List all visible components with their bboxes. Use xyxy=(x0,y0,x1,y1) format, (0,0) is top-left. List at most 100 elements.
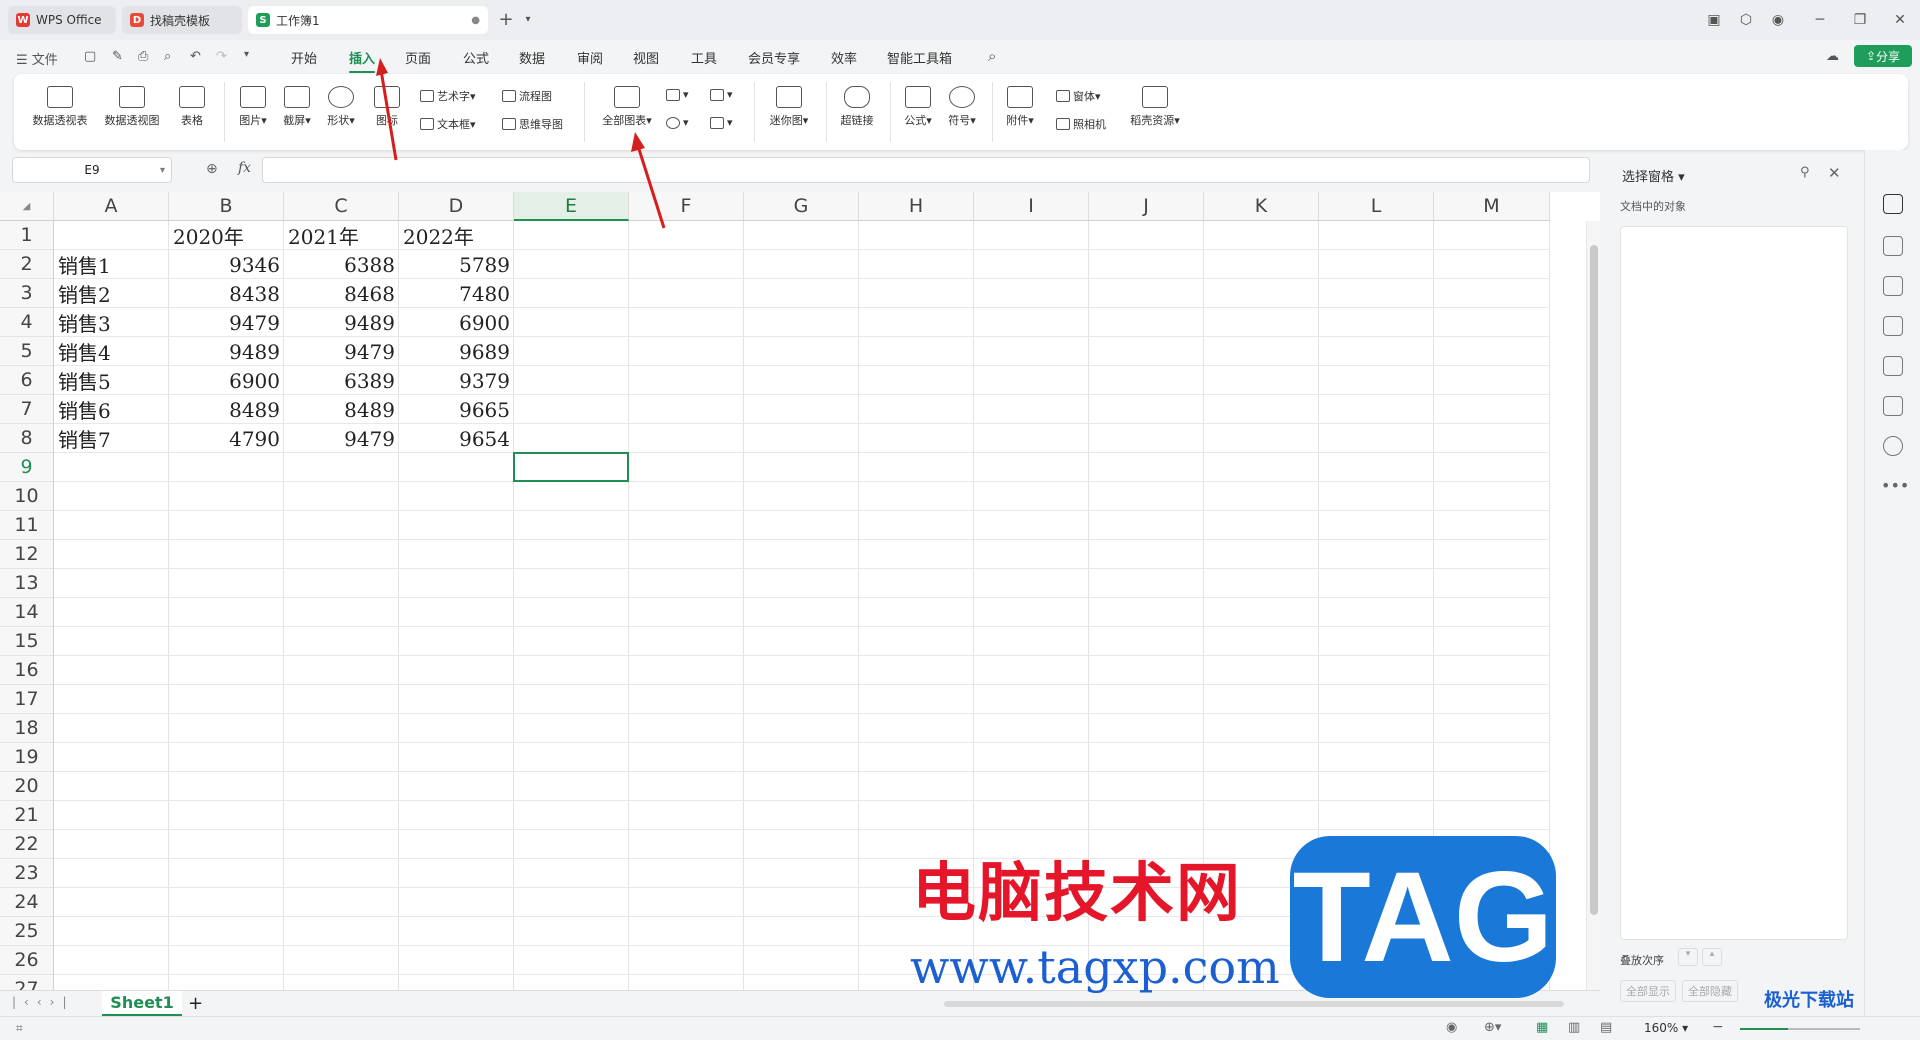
layout-icon[interactable]: ▣ xyxy=(1704,10,1724,30)
menu-page[interactable]: 页面 xyxy=(405,48,431,67)
horizontal-scrollbar[interactable] xyxy=(944,1001,1564,1007)
focus-icon[interactable]: ⊕▾ xyxy=(1484,1020,1501,1035)
file-menu[interactable]: ☰ 文件 xyxy=(16,49,58,68)
scrollbar-thumb[interactable] xyxy=(1589,245,1598,915)
row-header-6[interactable]: 6 xyxy=(0,366,54,395)
cell-a5[interactable]: 销售4 xyxy=(54,337,169,366)
cell-d8[interactable]: 9654 xyxy=(399,424,514,453)
chevron-down-icon[interactable]: ▾ xyxy=(518,10,538,30)
column-header-b[interactable]: B xyxy=(169,192,284,221)
chevron-down-icon[interactable]: ▾ xyxy=(160,165,165,176)
reading-view-icon[interactable]: ▤ xyxy=(1600,1020,1612,1035)
column-header-c[interactable]: C xyxy=(284,192,399,221)
cell-a6[interactable]: 销售5 xyxy=(54,366,169,395)
tab-wps-office[interactable]: W WPS Office xyxy=(8,6,116,34)
redo-icon[interactable]: ↷ xyxy=(216,49,227,64)
cell-d6[interactable]: 9379 xyxy=(399,366,514,395)
sheet-tab-sheet1[interactable]: Sheet1 xyxy=(102,991,182,1016)
cell-d2[interactable]: 5789 xyxy=(399,250,514,279)
cell-a4[interactable]: 销售3 xyxy=(54,308,169,337)
hyperlink-button[interactable]: 超链接 xyxy=(834,86,880,128)
share-button[interactable]: ⇪ 分享 xyxy=(1854,45,1912,67)
cell-d5[interactable]: 9689 xyxy=(399,337,514,366)
cell-b8[interactable]: 4790 xyxy=(169,424,284,453)
table-button[interactable]: 表格 xyxy=(172,86,212,128)
cell-a8[interactable]: 销售7 xyxy=(54,424,169,453)
cursor-select-icon[interactable] xyxy=(1883,194,1903,214)
column-header-m[interactable]: M xyxy=(1434,192,1550,221)
preview-icon[interactable]: ⌕ xyxy=(164,49,171,64)
cell-c4[interactable]: 9489 xyxy=(284,308,399,337)
menu-member[interactable]: 会员专享 xyxy=(748,48,800,67)
column-header-k[interactable]: K xyxy=(1204,192,1319,221)
shape-button[interactable]: 形状▾ xyxy=(320,86,362,128)
row-header-8[interactable]: 8 xyxy=(0,424,54,453)
tools-icon[interactable] xyxy=(1883,356,1903,376)
cell-b2[interactable]: 9346 xyxy=(169,250,284,279)
textbox-button[interactable]: 文本框 ▾ xyxy=(420,116,476,132)
menu-view[interactable]: 视图 xyxy=(633,48,659,67)
menu-tools[interactable]: 工具 xyxy=(691,48,717,67)
column-header-a[interactable]: A xyxy=(54,192,169,221)
brush-icon[interactable]: ✎ xyxy=(112,49,123,64)
cell-a3[interactable]: 销售2 xyxy=(54,279,169,308)
menu-review[interactable]: 审阅 xyxy=(577,48,603,67)
cell-c6[interactable]: 6389 xyxy=(284,366,399,395)
cell-b7[interactable]: 8489 xyxy=(169,395,284,424)
column-header-j[interactable]: J xyxy=(1089,192,1204,221)
equation-button[interactable]: 公式▾ xyxy=(898,86,938,128)
cell-c2[interactable]: 6388 xyxy=(284,250,399,279)
save-icon[interactable]: ▢ xyxy=(84,49,96,64)
form-button[interactable]: 窗体 ▾ xyxy=(1056,88,1101,104)
row-header-7[interactable]: 7 xyxy=(0,395,54,424)
row-header-3[interactable]: 3 xyxy=(0,279,54,308)
pie-chart-dropdown[interactable]: ▾ xyxy=(666,116,689,129)
more-icon[interactable]: ••• xyxy=(1881,476,1909,495)
fx-icon[interactable]: fx xyxy=(238,160,251,176)
menu-start[interactable]: 开始 xyxy=(291,48,317,67)
help-icon[interactable] xyxy=(1883,436,1903,456)
row-header-22[interactable]: 22 xyxy=(0,830,54,859)
row-header-4[interactable]: 4 xyxy=(0,308,54,337)
row-header-16[interactable]: 16 xyxy=(0,656,54,685)
macro-icon[interactable]: ⌗ xyxy=(16,1021,23,1036)
restore-icon[interactable]: ❐ xyxy=(1850,10,1870,30)
row-header-9[interactable]: 9 xyxy=(0,453,54,482)
docer-resources-button[interactable]: 稻壳资源▾ xyxy=(1124,86,1186,128)
mindmap-button[interactable]: 思维导图 xyxy=(502,116,563,132)
zoom-level[interactable]: 160% ▾ xyxy=(1644,1021,1688,1035)
object-list[interactable] xyxy=(1620,226,1848,940)
tab-workbook[interactable]: S 工作簿1 ● xyxy=(248,6,488,34)
cell-a7[interactable]: 销售6 xyxy=(54,395,169,424)
cell-b6[interactable]: 6900 xyxy=(169,366,284,395)
eye-protect-icon[interactable]: ◉ xyxy=(1446,1020,1457,1035)
pane-title[interactable]: 选择窗格 ▾ xyxy=(1622,166,1685,185)
hide-all-button[interactable]: 全部隐藏 xyxy=(1682,980,1738,1002)
sparkline-button[interactable]: 迷你图▾ xyxy=(762,86,816,128)
all-charts-button[interactable]: 全部图表▾ xyxy=(596,86,658,128)
wordart-button[interactable]: 艺术字 ▾ xyxy=(420,88,476,104)
symbol-button[interactable]: 符号▾ xyxy=(942,86,982,128)
comment-icon[interactable] xyxy=(1883,276,1903,296)
row-header-1[interactable]: 1 xyxy=(0,221,54,250)
column-header-d[interactable]: D xyxy=(399,192,514,221)
row-header-17[interactable]: 17 xyxy=(0,685,54,714)
row-header-24[interactable]: 24 xyxy=(0,888,54,917)
row-header-26[interactable]: 26 xyxy=(0,946,54,975)
move-down-button[interactable]: ▾ xyxy=(1678,948,1698,966)
minimize-icon[interactable]: ─ xyxy=(1810,10,1830,30)
pivot-chart-button[interactable]: 数据透视图 xyxy=(100,86,164,128)
cell-d7[interactable]: 9665 xyxy=(399,395,514,424)
flowchart-button[interactable]: 流程图 xyxy=(502,88,552,104)
zoom-out-icon[interactable]: − xyxy=(1712,1019,1724,1035)
show-all-button[interactable]: 全部显示 xyxy=(1620,980,1676,1002)
cell-b4[interactable]: 9479 xyxy=(169,308,284,337)
row-header-18[interactable]: 18 xyxy=(0,714,54,743)
cell-b5[interactable]: 9489 xyxy=(169,337,284,366)
close-pane-icon[interactable]: ✕ xyxy=(1828,164,1841,182)
page-break-view-icon[interactable]: ▥ xyxy=(1568,1020,1580,1035)
menu-formula[interactable]: 公式 xyxy=(463,48,489,67)
pivot-table-button[interactable]: 数据透视表 xyxy=(28,86,92,128)
camera-button[interactable]: 照相机 xyxy=(1056,116,1106,132)
edit-icon[interactable] xyxy=(1883,316,1903,336)
